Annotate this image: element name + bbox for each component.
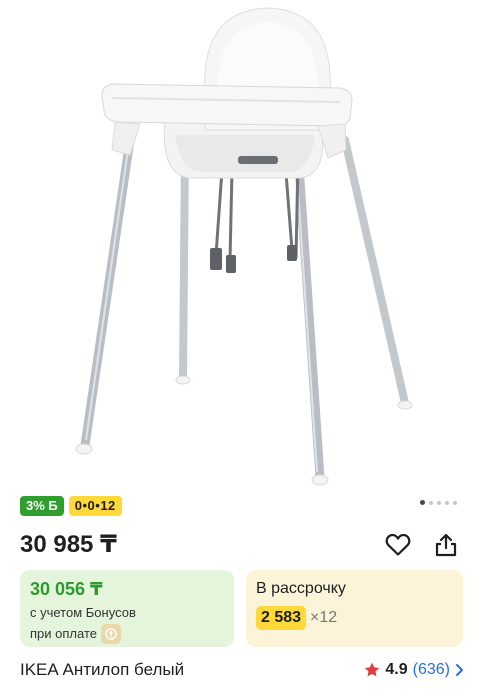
high-chair-illustration [75,7,413,486]
pager-dot[interactable] [429,500,433,505]
chevron-right-icon [456,664,463,676]
installment-row: 2 583 ×12 [256,606,453,630]
rating-link[interactable]: 4.9 (636) [364,658,465,682]
title-row: IKEA Антилоп белый 4.9 (636) [20,658,465,682]
wallet-icon [100,624,121,644]
pager-dot-active[interactable] [420,500,425,505]
rating-count: (636) [412,661,450,678]
heart-icon [385,533,411,556]
share-icon [435,533,457,557]
star-icon [365,662,380,677]
price-row: 30 985 ₸ [20,528,465,562]
bonus-price: 30 056 ₸ [30,579,103,599]
installment-card[interactable]: В рассрочку 2 583 ×12 [246,570,463,647]
bonus-badge: 3% Б [20,496,64,516]
installment-title: В рассрочку [256,580,346,597]
bonus-note-payment: при оплате [30,624,224,644]
installment-months: ×12 [310,609,338,626]
favorite-button[interactable] [383,530,413,560]
installment-badge: 0•0•12 [68,496,122,516]
bonus-note: с учетом Бонусов [30,605,136,620]
installment-amount: 2 583 [256,606,307,630]
product-image[interactable] [0,0,483,488]
promo-badges: 3% Б 0•0•12 [20,496,122,516]
bonus-price-card[interactable]: 30 056 ₸ с учетом Бонусов при оплате [20,570,234,647]
pager-dot[interactable] [445,500,449,505]
pager-dot[interactable] [453,500,457,505]
pager-dot[interactable] [437,500,441,505]
gallery-pager[interactable] [420,500,457,505]
rating-value: 4.9 [385,661,408,678]
bonus-note-payment-label: при оплате [30,626,97,641]
share-button[interactable] [431,530,461,560]
